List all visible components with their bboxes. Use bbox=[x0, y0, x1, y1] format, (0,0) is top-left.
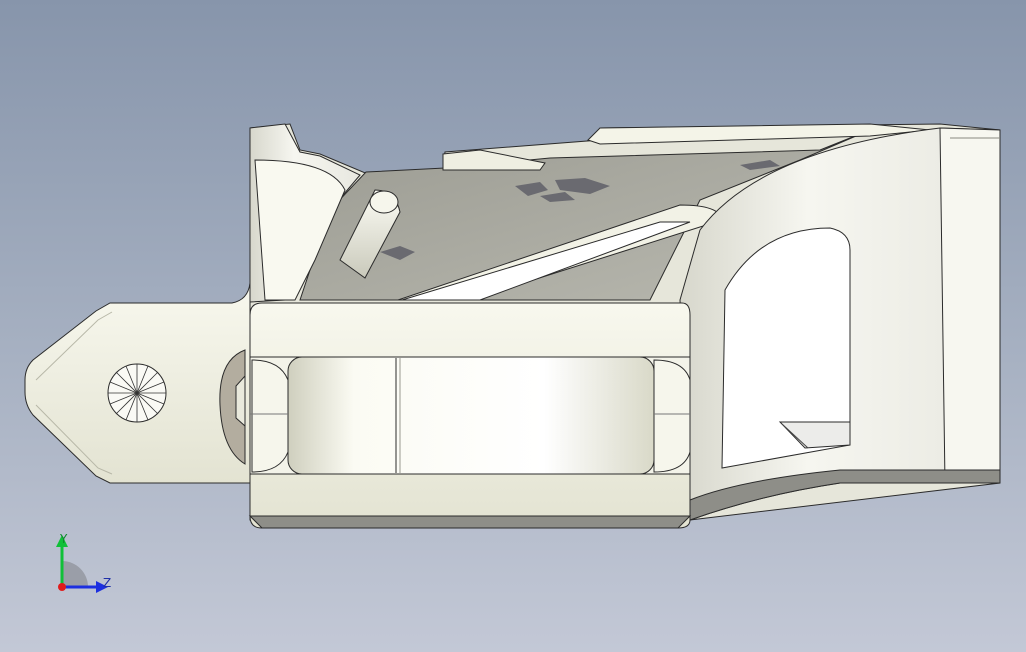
cad-model-view[interactable] bbox=[0, 0, 1026, 652]
hole-mark bbox=[108, 364, 166, 422]
y-axis-label: Y bbox=[60, 532, 68, 546]
coordinate-triad: Y Z bbox=[40, 525, 130, 605]
x-axis-dot bbox=[58, 583, 66, 591]
triad-graphic bbox=[56, 535, 108, 593]
front-plate bbox=[248, 302, 692, 529]
tab-plate bbox=[24, 282, 251, 484]
graphics-viewport[interactable]: Y Z bbox=[0, 0, 1026, 652]
z-axis-label: Z bbox=[103, 576, 112, 590]
